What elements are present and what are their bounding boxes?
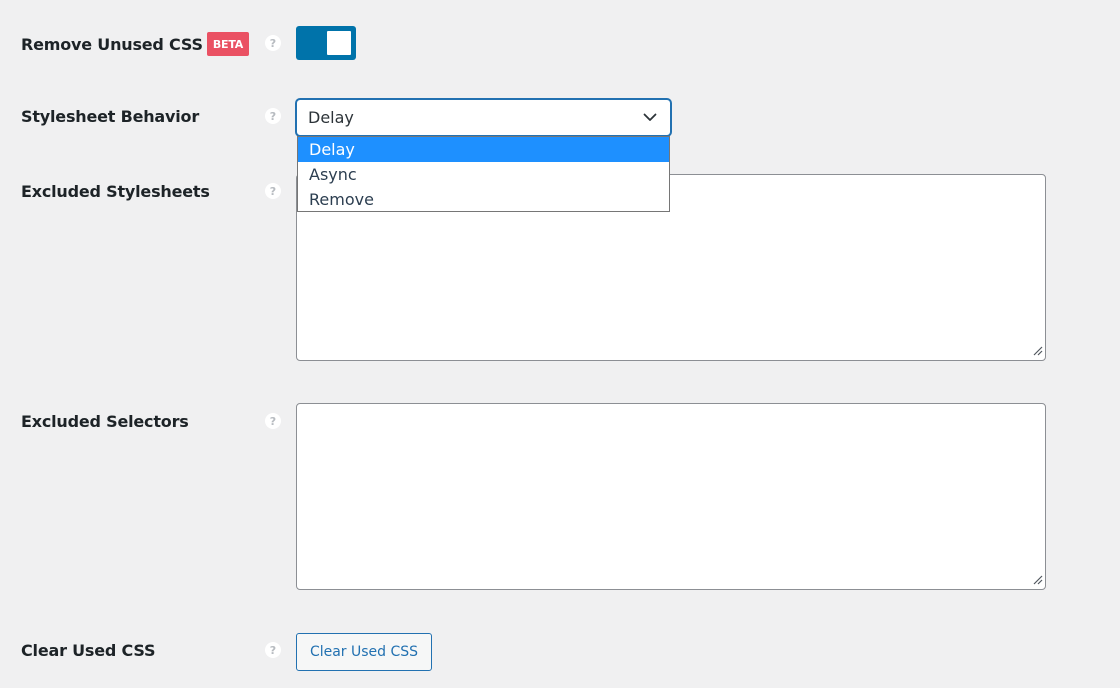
excluded-stylesheets-label: Excluded Stylesheets: [21, 182, 210, 201]
select-value: Delay: [308, 108, 354, 127]
resize-grip-icon[interactable]: [1033, 346, 1043, 356]
remove-unused-css-label-text: Remove Unused CSS: [21, 34, 203, 54]
stylesheet-behavior-label-text: Stylesheet Behavior: [21, 107, 200, 126]
help-icon[interactable]: ?: [265, 35, 281, 51]
help-icon[interactable]: ?: [265, 642, 281, 658]
help-icon[interactable]: ?: [265, 108, 281, 124]
resize-grip-icon[interactable]: [1033, 575, 1043, 585]
toggle-knob: [327, 31, 351, 55]
stylesheet-behavior-select[interactable]: Delay: [296, 99, 671, 136]
stylesheet-behavior-label: Stylesheet Behavior: [21, 107, 199, 126]
help-icon[interactable]: ?: [265, 183, 281, 199]
excluded-selectors-textarea[interactable]: [296, 403, 1046, 590]
excluded-selectors-label-text: Excluded Selectors: [21, 412, 189, 431]
beta-badge: BETA: [206, 32, 250, 56]
dropdown-option-delay[interactable]: Delay: [298, 137, 669, 162]
dropdown-option-async[interactable]: Async: [298, 162, 669, 187]
dropdown-option-remove[interactable]: Remove: [298, 187, 669, 212]
help-icon[interactable]: ?: [265, 413, 281, 429]
clear-used-css-button[interactable]: Clear Used CSS: [296, 633, 432, 671]
remove-unused-css-toggle[interactable]: [296, 26, 356, 60]
clear-used-css-label-text: Clear Used CSS: [21, 641, 156, 660]
stylesheet-behavior-dropdown: Delay Async Remove: [297, 136, 670, 212]
remove-unused-css-label: Remove Unused CSS BETA: [21, 32, 250, 56]
chevron-down-icon: [643, 113, 657, 121]
excluded-selectors-label: Excluded Selectors: [21, 412, 189, 431]
excluded-stylesheets-label-text: Excluded Stylesheets: [21, 182, 210, 201]
clear-used-css-label: Clear Used CSS: [21, 641, 155, 660]
